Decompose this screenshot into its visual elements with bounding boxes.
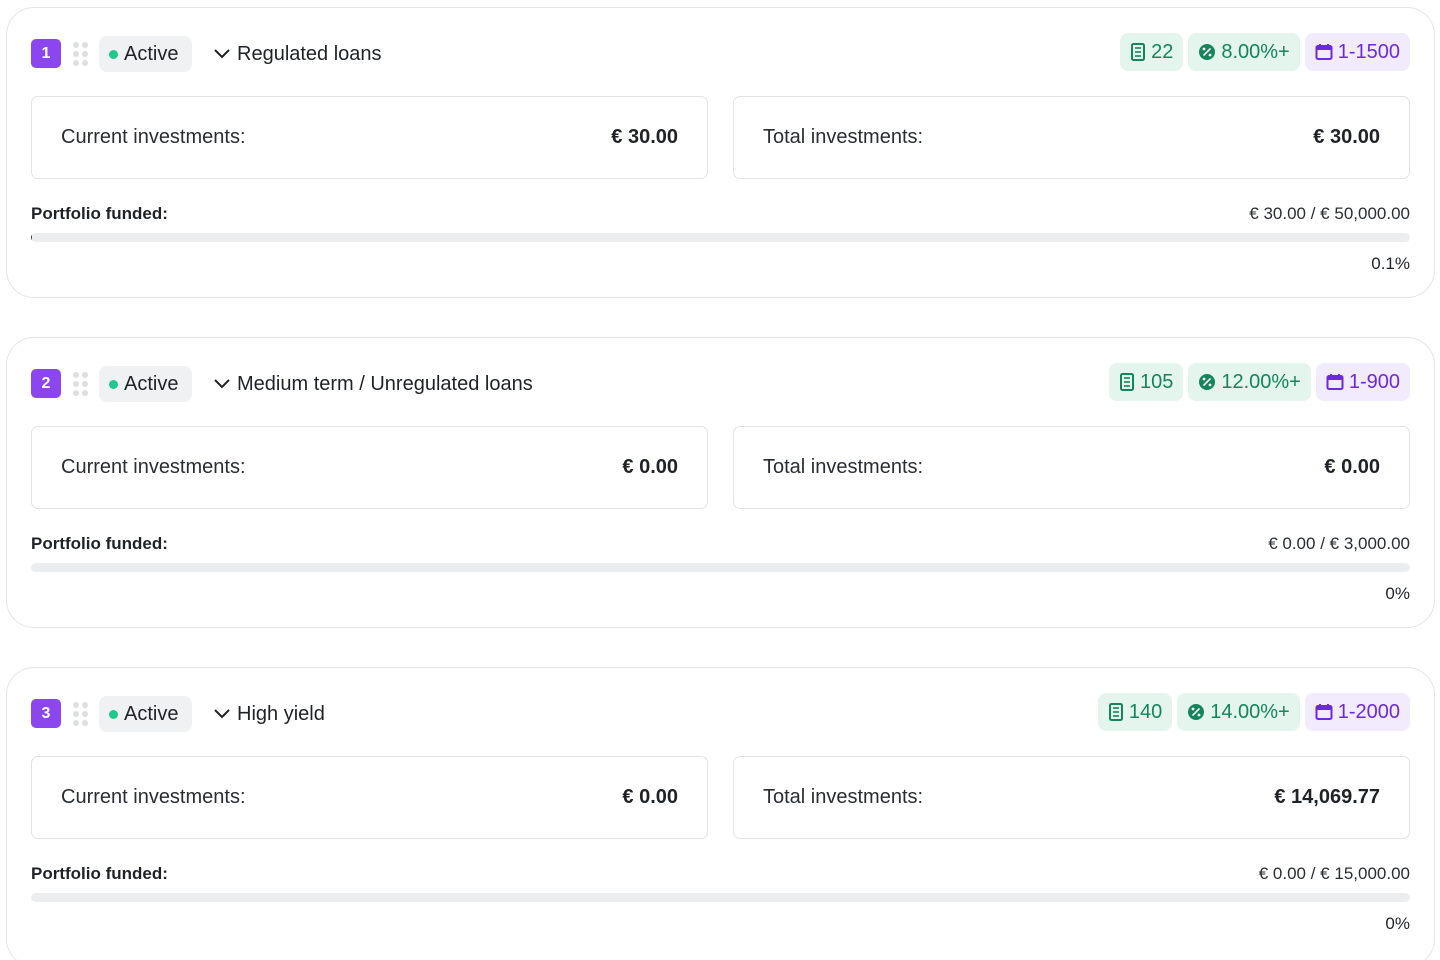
portfolio-funded-label: Portfolio funded: [31,534,168,553]
interest-tag: 8.00%+ [1188,33,1300,71]
portfolio-title: Medium term / Unregulated loans [237,372,533,395]
total-investments-value: € 0.00 [1324,456,1380,478]
term-tag: 1-1500 [1304,33,1410,71]
funded-progress-bar [31,893,1410,902]
portfolio-funded-ratio: € 0.00 / € 3,000.00 [1268,534,1410,553]
current-investments-box: Current investments: € 0.00 [31,756,708,839]
status-badge: Active [99,366,192,402]
status-label: Active [124,42,179,65]
portfolio-header: 1 Active Regulated loans 22 8.00%+ 1-150… [31,33,1410,80]
chevron-down-icon [214,49,230,59]
current-investments-box: Current investments: € 30.00 [31,96,708,179]
current-investments-value: € 30.00 [611,126,678,148]
current-investments-label: Current investments: [61,456,246,478]
document-list-icon [1131,43,1146,61]
loans-count: 105 [1139,370,1174,393]
funded-percent: 0% [1385,584,1410,603]
total-investments-box: Total investments: € 14,069.77 [733,756,1410,839]
portfolio-index-badge: 1 [31,39,61,68]
total-investments-box: Total investments: € 0.00 [733,426,1410,509]
document-list-icon [1119,373,1134,391]
loans-count-tag: 105 [1108,363,1184,401]
portfolio-card: 1 Active Regulated loans 22 8.00%+ 1-150… [6,7,1435,298]
portfolio-tags: 22 8.00%+ 1-1500 [1120,33,1410,71]
status-label: Active [124,702,179,725]
status-label: Active [124,372,179,395]
total-investments-value: € 14,069.77 [1274,786,1380,808]
drag-handle-icon[interactable] [72,39,88,69]
portfolio-funded-ratio: € 30.00 / € 50,000.00 [1249,204,1410,223]
term-range: 1-1500 [1337,40,1400,63]
percent-badge-icon [1199,44,1216,60]
term-tag: 1-900 [1315,363,1410,401]
status-dot-icon [109,49,118,59]
portfolio-card: 2 Active Medium term / Unregulated loans… [6,337,1435,628]
portfolio-header: 3 Active High yield 140 14.00%+ 1-2000 [31,693,1410,740]
loans-count: 22 [1151,40,1174,63]
percent-badge-icon [1199,374,1216,390]
calendar-icon [1326,374,1344,390]
term-range: 1-900 [1348,370,1400,393]
portfolio-funded-label: Portfolio funded: [31,864,168,883]
drag-handle-icon[interactable] [72,699,88,729]
interest-rate: 12.00%+ [1221,370,1301,393]
portfolio-toggle[interactable]: High yield [213,696,325,732]
status-dot-icon [109,709,118,719]
portfolio-toggle[interactable]: Regulated loans [213,36,382,72]
loans-count-tag: 22 [1120,33,1184,71]
current-investments-value: € 0.00 [622,456,678,478]
interest-tag: 14.00%+ [1177,693,1300,731]
total-investments-value: € 30.00 [1313,126,1380,148]
funded-progress-bar [31,233,1410,242]
calendar-icon [1315,704,1333,720]
term-range: 1-2000 [1337,700,1400,723]
portfolio-title: Regulated loans [237,42,382,65]
portfolio-funded-ratio: € 0.00 / € 15,000.00 [1258,864,1410,883]
portfolio-index-badge: 2 [31,369,61,398]
document-list-icon [1108,703,1123,721]
current-investments-label: Current investments: [61,126,246,148]
calendar-icon [1315,44,1333,60]
status-badge: Active [99,36,192,72]
total-investments-label: Total investments: [763,786,924,808]
status-dot-icon [109,379,118,389]
portfolio-funded-label: Portfolio funded: [31,204,168,223]
status-badge: Active [99,696,192,732]
total-investments-label: Total investments: [763,126,924,148]
portfolio-toggle[interactable]: Medium term / Unregulated loans [213,366,533,402]
term-tag: 1-2000 [1304,693,1410,731]
funded-progress-bar [31,563,1410,572]
funded-progress-fill [31,233,33,242]
drag-handle-icon[interactable] [72,369,88,399]
total-investments-box: Total investments: € 30.00 [733,96,1410,179]
portfolio-index-badge: 3 [31,699,61,728]
loans-count-tag: 140 [1097,693,1173,731]
chevron-down-icon [214,709,230,719]
portfolio-tags: 105 12.00%+ 1-900 [1108,363,1410,401]
chevron-down-icon [214,379,230,389]
loans-count: 140 [1128,700,1163,723]
funded-percent: 0% [1385,914,1410,933]
percent-badge-icon [1188,704,1205,720]
funded-percent: 0.1% [1371,254,1410,273]
interest-tag: 12.00%+ [1188,363,1311,401]
portfolio-tags: 140 14.00%+ 1-2000 [1097,693,1410,731]
portfolio-header: 2 Active Medium term / Unregulated loans… [31,363,1410,410]
interest-rate: 14.00%+ [1210,700,1290,723]
interest-rate: 8.00%+ [1221,40,1290,63]
current-investments-value: € 0.00 [622,786,678,808]
current-investments-box: Current investments: € 0.00 [31,426,708,509]
portfolio-title: High yield [237,702,325,725]
total-investments-label: Total investments: [763,456,924,478]
current-investments-label: Current investments: [61,786,246,808]
portfolio-card: 3 Active High yield 140 14.00%+ 1-2000 C… [6,667,1435,960]
